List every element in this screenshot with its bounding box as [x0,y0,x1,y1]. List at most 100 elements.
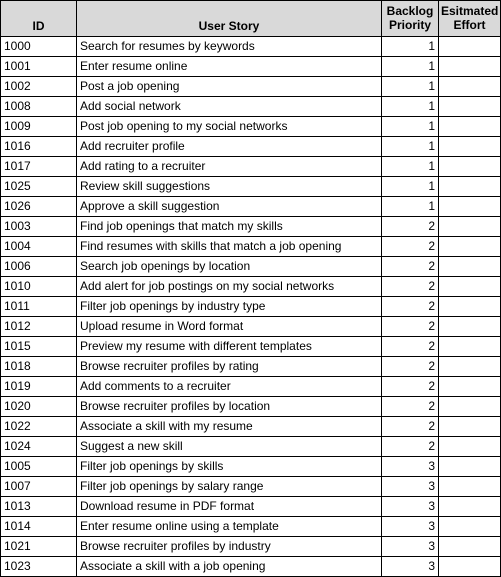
cell-id[interactable]: 1026 [0,196,77,217]
cell-user-story[interactable]: Search for resumes by keywords [76,36,382,57]
cell-user-story[interactable]: Browse recruiter profiles by industry [76,536,382,557]
cell-backlog-priority[interactable]: 3 [381,496,439,517]
cell-backlog-priority[interactable]: 2 [381,416,439,437]
cell-id[interactable]: 1014 [0,516,77,537]
cell-id[interactable]: 1019 [0,376,77,397]
cell-user-story[interactable]: Upload resume in Word format [76,316,382,337]
cell-user-story[interactable]: Approve a skill suggestion [76,196,382,217]
cell-id[interactable]: 1003 [0,216,77,237]
cell-backlog-priority[interactable]: 1 [381,76,439,97]
cell-id[interactable]: 1004 [0,236,77,257]
cell-id[interactable]: 1016 [0,136,77,157]
cell-estimated-effort[interactable] [438,176,501,197]
cell-id[interactable]: 1006 [0,256,77,277]
cell-backlog-priority[interactable]: 2 [381,436,439,457]
cell-id[interactable]: 1000 [0,36,77,57]
cell-estimated-effort[interactable] [438,136,501,157]
cell-user-story[interactable]: Add rating to a recruiter [76,156,382,177]
cell-estimated-effort[interactable] [438,416,501,437]
cell-estimated-effort[interactable] [438,56,501,77]
cell-id[interactable]: 1009 [0,116,77,137]
cell-estimated-effort[interactable] [438,96,501,117]
cell-backlog-priority[interactable]: 2 [381,376,439,397]
cell-backlog-priority[interactable]: 3 [381,536,439,557]
cell-estimated-effort[interactable] [438,276,501,297]
cell-backlog-priority[interactable]: 2 [381,276,439,297]
cell-user-story[interactable]: Add comments to a recruiter [76,376,382,397]
cell-id[interactable]: 1011 [0,296,77,317]
cell-id[interactable]: 1020 [0,396,77,417]
cell-user-story[interactable]: Suggest a new skill [76,436,382,457]
cell-estimated-effort[interactable] [438,556,501,577]
cell-id[interactable]: 1025 [0,176,77,197]
cell-estimated-effort[interactable] [438,256,501,277]
cell-backlog-priority[interactable]: 3 [381,456,439,477]
cell-user-story[interactable]: Preview my resume with different templat… [76,336,382,357]
cell-estimated-effort[interactable] [438,236,501,257]
cell-id[interactable]: 1013 [0,496,77,517]
cell-estimated-effort[interactable] [438,296,501,317]
cell-user-story[interactable]: Filter job openings by salary range [76,476,382,497]
cell-backlog-priority[interactable]: 1 [381,116,439,137]
cell-backlog-priority[interactable]: 1 [381,56,439,77]
cell-estimated-effort[interactable] [438,316,501,337]
cell-estimated-effort[interactable] [438,116,501,137]
cell-id[interactable]: 1015 [0,336,77,357]
cell-estimated-effort[interactable] [438,196,501,217]
cell-id[interactable]: 1007 [0,476,77,497]
cell-estimated-effort[interactable] [438,356,501,377]
cell-estimated-effort[interactable] [438,476,501,497]
cell-user-story[interactable]: Find resumes with skills that match a jo… [76,236,382,257]
cell-backlog-priority[interactable]: 2 [381,336,439,357]
cell-user-story[interactable]: Browse recruiter profiles by location [76,396,382,417]
cell-backlog-priority[interactable]: 1 [381,36,439,57]
cell-estimated-effort[interactable] [438,516,501,537]
cell-id[interactable]: 1010 [0,276,77,297]
cell-user-story[interactable]: Post job opening to my social networks [76,116,382,137]
cell-backlog-priority[interactable]: 2 [381,356,439,377]
cell-backlog-priority[interactable]: 2 [381,236,439,257]
cell-user-story[interactable]: Download resume in PDF format [76,496,382,517]
cell-user-story[interactable]: Add alert for job postings on my social … [76,276,382,297]
cell-user-story[interactable]: Review skill suggestions [76,176,382,197]
cell-id[interactable]: 1001 [0,56,77,77]
cell-backlog-priority[interactable]: 3 [381,556,439,577]
column-header-estimated-effort[interactable]: Esitmated Effort [438,0,501,37]
cell-backlog-priority[interactable]: 1 [381,136,439,157]
cell-user-story[interactable]: Browse recruiter profiles by rating [76,356,382,377]
cell-backlog-priority[interactable]: 2 [381,256,439,277]
cell-estimated-effort[interactable] [438,456,501,477]
cell-id[interactable]: 1017 [0,156,77,177]
column-header-user-story[interactable]: User Story [76,0,382,37]
column-header-id[interactable]: ID [0,0,77,37]
cell-user-story[interactable]: Enter resume online using a template [76,516,382,537]
cell-backlog-priority[interactable]: 1 [381,156,439,177]
cell-estimated-effort[interactable] [438,496,501,517]
cell-estimated-effort[interactable] [438,536,501,557]
cell-id[interactable]: 1021 [0,536,77,557]
cell-backlog-priority[interactable]: 3 [381,476,439,497]
cell-backlog-priority[interactable]: 2 [381,396,439,417]
cell-backlog-priority[interactable]: 1 [381,96,439,117]
cell-estimated-effort[interactable] [438,376,501,397]
cell-id[interactable]: 1002 [0,76,77,97]
cell-estimated-effort[interactable] [438,36,501,57]
cell-user-story[interactable]: Search job openings by location [76,256,382,277]
cell-user-story[interactable]: Find job openings that match my skills [76,216,382,237]
cell-user-story[interactable]: Associate a skill with a job opening [76,556,382,577]
cell-id[interactable]: 1005 [0,456,77,477]
cell-estimated-effort[interactable] [438,76,501,97]
cell-id[interactable]: 1018 [0,356,77,377]
cell-estimated-effort[interactable] [438,396,501,417]
cell-user-story[interactable]: Add social network [76,96,382,117]
cell-backlog-priority[interactable]: 2 [381,216,439,237]
cell-estimated-effort[interactable] [438,436,501,457]
cell-id[interactable]: 1008 [0,96,77,117]
cell-estimated-effort[interactable] [438,336,501,357]
cell-user-story[interactable]: Filter job openings by skills [76,456,382,477]
cell-user-story[interactable]: Add recruiter profile [76,136,382,157]
cell-user-story[interactable]: Enter resume online [76,56,382,77]
cell-id[interactable]: 1012 [0,316,77,337]
cell-estimated-effort[interactable] [438,216,501,237]
cell-user-story[interactable]: Post a job opening [76,76,382,97]
